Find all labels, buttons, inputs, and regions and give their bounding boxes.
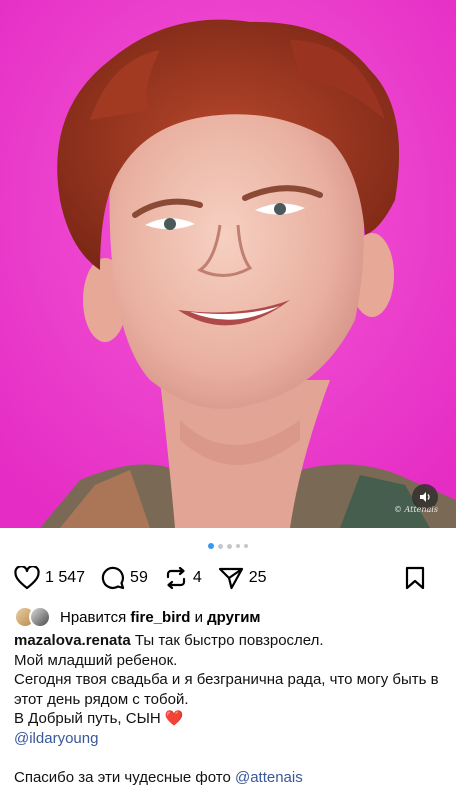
avatar <box>29 606 51 628</box>
save-button[interactable] <box>404 566 426 590</box>
mention-link[interactable]: @attenais <box>235 769 303 786</box>
post-actions-bar: 1 547 59 4 25 <box>14 564 442 592</box>
mention-link[interactable]: @ildaryoung <box>14 730 98 747</box>
photo-watermark: © Attenais <box>394 505 438 514</box>
post-photo[interactable]: © Attenais <box>0 0 456 528</box>
carousel-dot <box>236 544 240 548</box>
repost-count: 4 <box>192 569 202 586</box>
caption-line: Мой младший ребенок. <box>14 651 178 669</box>
caption-line: Спасибо за эти чудесные фото <box>14 768 231 786</box>
caption-line: В Добрый путь, СЫН <box>14 710 161 727</box>
like-count: 1 547 <box>45 569 86 586</box>
liked-by-row[interactable]: Нравится fire_bird и другим <box>14 606 261 628</box>
liked-by-and: и <box>194 608 203 626</box>
like-button[interactable]: 1 547 <box>14 566 85 590</box>
comment-button[interactable]: 59 <box>101 566 148 590</box>
heart-icon <box>14 566 40 590</box>
caption-line: Ты так быстро повзрослел. <box>134 632 324 649</box>
carousel-indicator <box>0 543 456 549</box>
portrait-image <box>0 0 456 528</box>
carousel-dot <box>227 543 232 549</box>
share-button[interactable]: 25 <box>218 566 267 590</box>
liked-by-others[interactable]: другим <box>207 609 260 626</box>
carousel-dot <box>244 544 248 548</box>
liked-by-user[interactable]: fire_bird <box>130 609 190 626</box>
carousel-dot <box>208 543 214 549</box>
post-caption: mazalova.renata Ты так быстро повзрослел… <box>14 631 446 787</box>
heart-emoji: ❤️ <box>164 710 184 727</box>
sound-icon <box>420 492 430 502</box>
repost-button[interactable]: 4 <box>164 566 202 590</box>
comment-icon <box>101 566 125 590</box>
bookmark-icon <box>405 566 425 590</box>
carousel-dot <box>218 543 223 549</box>
caption-username[interactable]: mazalova.renata <box>14 632 131 649</box>
caption-line: Сегодня твоя свадьба и я безгранична рад… <box>14 671 439 708</box>
liked-by-prefix: Нравится <box>60 608 127 626</box>
share-count: 25 <box>248 569 267 586</box>
repost-icon <box>166 566 185 590</box>
share-icon <box>218 567 243 590</box>
liker-avatars <box>14 606 54 628</box>
comment-count: 59 <box>130 569 148 586</box>
